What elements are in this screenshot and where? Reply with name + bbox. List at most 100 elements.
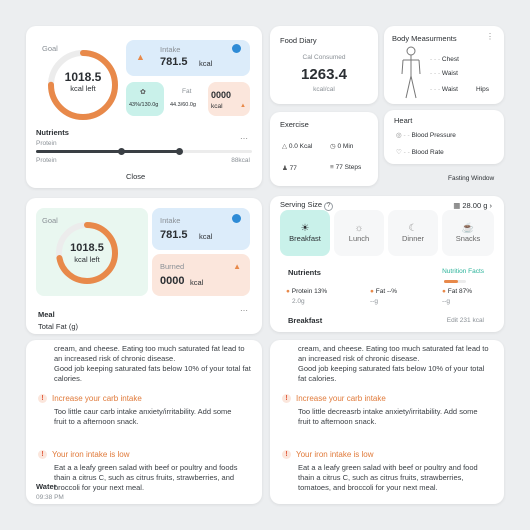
close-button[interactable]: Close [126,172,145,181]
exercise-card[interactable]: Exercise △ 0.0 Kcal ◷ 0 Min ♟ 77 ≡ 77 St… [270,112,378,186]
tips-card-right: cream, and cheese. Eating too much satur… [270,340,504,504]
iron-warning-title-right: ! Your iron intake is low [282,450,374,459]
intake-value-2: 781.5 [160,229,188,241]
gauge-icon: ◎ [396,132,402,139]
water-label: Water [36,482,57,491]
kcal-left-value-2: 1018.5 [70,242,104,254]
sunrise-icon: ☀ [300,223,310,234]
cal-consumed-label: Cal Consumed [302,54,346,61]
intake-label-2: Intake [160,216,181,225]
alert-icon: ! [282,450,291,459]
more-vertical-icon[interactable]: ⋮ [486,32,494,41]
flame-icon: △ [282,143,287,150]
moon-icon: ☾ [408,223,418,234]
tips-intro-left: cream, and cheese. Eating too much satur… [54,344,245,363]
fat-tile-a[interactable]: ✿ 43%/130.0g [126,82,164,116]
burned-tile-2[interactable]: Burned 0000 kcal ▲ [152,254,250,296]
exercise-count: ♟ 77 [282,165,297,172]
help-icon[interactable]: ? [324,201,334,211]
intake-value: 781.5 [160,56,188,68]
waist-label-2: - - - Waist [430,86,458,93]
body-measurements-title: Body Measurments [392,34,457,43]
meal-tab-breakfast[interactable]: ☀ Breakfast [280,210,330,256]
tips-good-left: Good job keeping saturated fats below 10… [54,364,251,383]
intake-tile-2[interactable]: Intake 781.5 kcal [152,208,250,250]
alert-icon: ! [38,450,47,459]
kcal-left-label: kcal left [70,84,96,93]
meal-label: Meal [38,310,55,319]
fat-tile-b[interactable]: Fat 44.3/60.0g [168,82,206,116]
water-time: 09:38 PM [36,494,64,501]
exercise-title: Exercise [280,120,309,129]
sun-icon: ☼ [354,223,364,234]
nutrition-facts-link[interactable]: Nutrition Facts [442,268,484,275]
waist-label-1: - - - Waist [430,70,458,77]
protein-kcal: 88kcal [231,157,250,164]
breakfast-section-label: Breakfast [288,316,323,325]
slider-handle-2[interactable] [176,148,183,155]
fat-value-a: 43%/130.0g [129,102,159,108]
protein-grams: 2.0g [292,298,305,305]
more-icon[interactable]: ⋯ [240,134,248,143]
iron-warning-body-left: Eat a a leafy green salad with beef or p… [54,463,238,492]
tips-intro-right: cream, and cheese. Eating too much satur… [298,344,489,363]
burned-value: 0000 [211,90,232,100]
protein-label-bottom: Protein [36,157,57,164]
food-diary-title: Food Diary [280,36,317,45]
burned-tile[interactable]: 0000 kcal ▲ [208,82,250,116]
water-drop-icon [232,44,241,53]
chest-label: - - - Chest [430,56,459,63]
burned-unit-2: kcal [190,278,204,287]
fat-label: Fat [182,88,192,95]
person-icon: ♟ [282,165,288,172]
exercise-min: ◷ 0 Min [330,143,354,150]
serving-size-title: Serving Size ? [280,200,334,211]
protein-slider[interactable] [36,148,252,155]
meal-tab-lunch[interactable]: ☼ Lunch [334,210,384,256]
kcal-left-label-2: kcal left [74,255,100,264]
burned-unit: kcal [211,103,223,110]
intake-unit: kcal [199,59,213,68]
serving-nutrients-title: Nutrients [288,268,321,277]
intake-label: Intake [160,45,181,54]
exercise-steps: ≡ 77 Steps [330,164,362,171]
more-icon-2[interactable]: ⋯ [240,306,248,315]
meal-tab-dinner[interactable]: ☾ Dinner [388,210,438,256]
nutrients-title: Nutrients [36,128,69,137]
serving-weight[interactable]: ▦ 28.00 g › [453,201,492,210]
blood-pressure-row: ◎ - - Blood Pressure [396,132,456,139]
burned-label-2: Burned [160,262,185,271]
tips-good-right: Good job keeping saturated fats below 10… [298,364,485,383]
burned-value-2: 0000 [160,275,185,287]
fat-row-2: ● Fat 87% [442,288,472,295]
edit-kcal-button[interactable]: Edit 231 kcal [447,317,484,324]
chevron-right-icon: › [489,201,493,210]
carb-warning-title-left: ! Increase your carb intake [38,394,142,403]
intake-unit-2: kcal [199,232,213,241]
heart-title: Heart [394,116,413,125]
cal-consumed-unit: kcal/cal [313,86,335,93]
fat-value-b: 44.3/60.0g [170,102,196,108]
leaf-icon: ✿ [140,89,146,96]
cal-consumed-value: 1263.4 [301,66,347,83]
fasting-window-label[interactable]: Fasting Window [448,175,494,182]
fat-row: ● Fat --% [370,288,398,295]
iron-warning-body-right: Eat a a leafy green salad with beef or p… [298,463,478,492]
tips-card-left: cream, and cheese. Eating too much satur… [26,340,262,504]
calendar-icon: ▦ [453,201,461,210]
fire-icon: ▲ [136,52,145,62]
heart-card[interactable]: Heart ◎ - - Blood Pressure ♡ - - Blood R… [384,110,504,164]
slider-handle-1[interactable] [118,148,125,155]
intake-tile[interactable]: ▲ Intake 781.5 kcal [126,40,250,76]
cup-icon: ☕ [461,223,475,234]
exercise-kcal: △ 0.0 Kcal [282,143,313,150]
serving-size-card: Serving Size ? ▦ 28.00 g › ☀ Breakfast ☼… [270,196,504,332]
food-diary-card[interactable]: Food Diary Cal Consumed 1263.4 kcal/cal [270,26,378,104]
body-measurements-card[interactable]: Body Measurments ⋮ - - - Chest - - - Wai… [384,26,504,104]
meal-tab-snacks[interactable]: ☕ Snacks [442,210,494,256]
carb-warning-title-right: ! Increase your carb intake [282,394,386,403]
total-fat-label: Total Fat (g) [38,322,79,331]
body-figure-icon [401,46,421,99]
fat-grams: --g [370,298,378,305]
fat-grams-2: --g [442,298,450,305]
